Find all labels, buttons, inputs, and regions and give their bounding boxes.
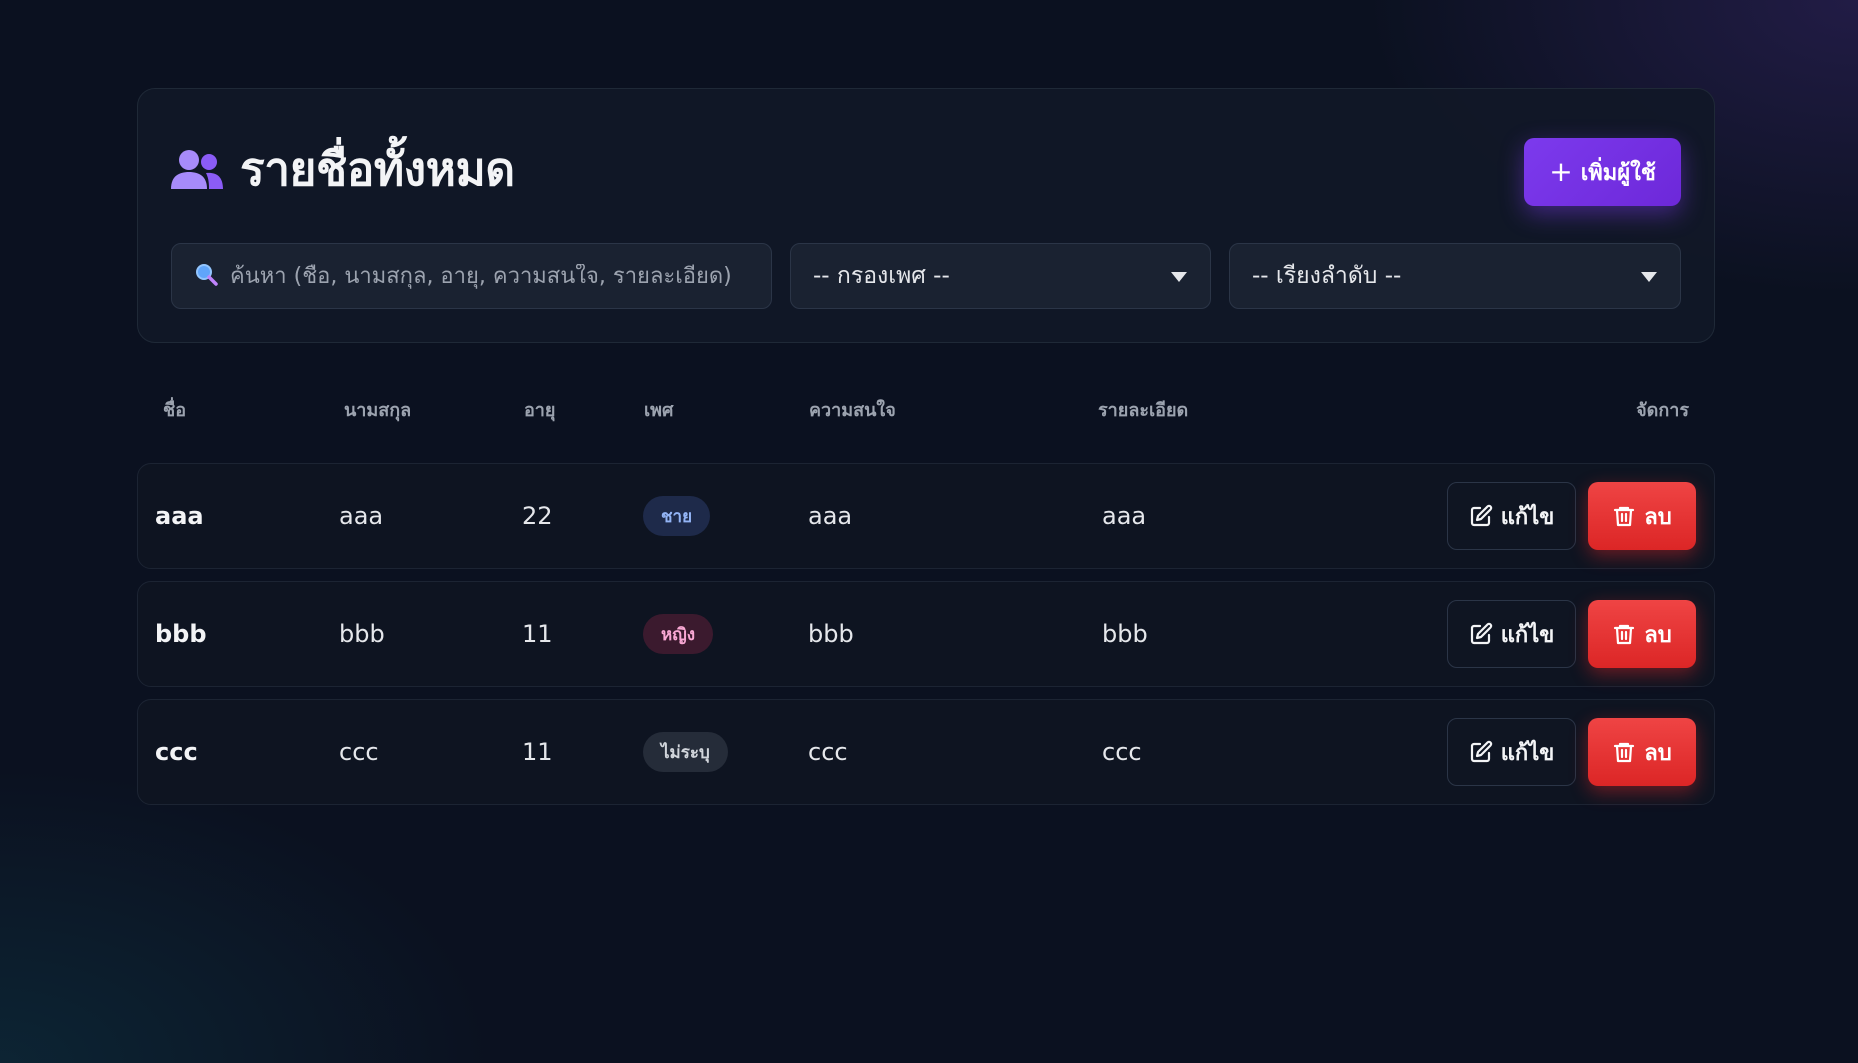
sort-value: -- เรียงลำดับ -- [1252, 263, 1402, 289]
edit-button[interactable]: แก้ไข [1447, 482, 1576, 550]
delete-button[interactable]: ลบ [1588, 482, 1696, 550]
cell-last-name: ccc [339, 738, 379, 766]
cell-gender: หญิง [643, 582, 713, 686]
delete-button[interactable]: ลบ [1588, 718, 1696, 786]
cell-age: 22 [522, 502, 553, 530]
search-input[interactable] [230, 263, 749, 289]
gender-badge: ไม่ระบุ [643, 732, 728, 772]
row-actions: แก้ไข ลบ [1447, 482, 1696, 550]
chevron-down-icon [1640, 263, 1658, 289]
delete-label: ลบ [1644, 503, 1672, 529]
cell-first-name: bbb [155, 620, 207, 648]
delete-button[interactable]: ลบ [1588, 600, 1696, 668]
cell-interest: bbb [808, 620, 854, 648]
edit-button[interactable]: แก้ไข [1447, 718, 1576, 786]
add-user-button[interactable]: + เพิ่มผู้ใช้ [1524, 138, 1681, 206]
cell-last-name: bbb [339, 620, 385, 648]
column-header-last-name: นามสกุล [344, 400, 412, 421]
column-header-gender: เพศ [644, 400, 674, 421]
page-title: รายชื่อทั้งหมด [240, 142, 515, 196]
table-header: ชื่อ นามสกุล อายุ เพศ ความสนใจ รายละเอีย… [137, 395, 1715, 425]
search-box [171, 243, 772, 309]
delete-label: ลบ [1644, 621, 1672, 647]
edit-icon [1469, 740, 1493, 764]
column-header-age: อายุ [524, 400, 556, 421]
row-actions: แก้ไข ลบ [1447, 718, 1696, 786]
filter-controls: -- กรองเพศ -- -- เรียงลำดับ -- [171, 243, 1681, 309]
cell-details: bbb [1102, 620, 1148, 648]
column-header-interest: ความสนใจ [809, 400, 896, 421]
delete-label: ลบ [1644, 739, 1672, 765]
column-header-first-name: ชื่อ [163, 400, 187, 421]
gender-filter-select[interactable]: -- กรองเพศ -- [790, 243, 1211, 309]
table-row: ccc ccc 11 ไม่ระบุ ccc ccc แก้ไข ลบ [137, 699, 1715, 805]
edit-label: แก้ไข [1500, 739, 1555, 765]
table-row: aaa aaa 22 ชาย aaa aaa แก้ไข ลบ [137, 463, 1715, 569]
plus-icon: + [1549, 155, 1573, 188]
column-header-actions: จัดการ [1636, 400, 1689, 421]
edit-icon [1469, 504, 1493, 528]
add-user-label: เพิ่มผู้ใช้ [1580, 160, 1656, 186]
chevron-down-icon [1170, 263, 1188, 289]
sort-select[interactable]: -- เรียงลำดับ -- [1229, 243, 1681, 309]
edit-button[interactable]: แก้ไข [1447, 600, 1576, 668]
trash-icon [1612, 622, 1636, 646]
cell-interest: ccc [808, 738, 848, 766]
trash-icon [1612, 740, 1636, 764]
table-row: bbb bbb 11 หญิง bbb bbb แก้ไข ลบ [137, 581, 1715, 687]
cell-first-name: ccc [155, 738, 198, 766]
cell-gender: ไม่ระบุ [643, 700, 728, 804]
cell-gender: ชาย [643, 464, 711, 568]
row-actions: แก้ไข ลบ [1447, 600, 1696, 668]
edit-icon [1469, 622, 1493, 646]
search-icon [194, 262, 218, 290]
cell-first-name: aaa [155, 502, 204, 530]
gender-badge: ชาย [643, 496, 711, 536]
title-row: รายชื่อทั้งหมด [170, 133, 515, 206]
column-header-details: รายละเอียด [1098, 400, 1189, 421]
header-card: รายชื่อทั้งหมด + เพิ่มผู้ใช้ -- กรองเพศ … [137, 88, 1715, 343]
cell-last-name: aaa [339, 502, 384, 530]
cell-interest: aaa [808, 502, 853, 530]
gender-badge: หญิง [643, 614, 713, 654]
users-icon [170, 149, 224, 191]
cell-age: 11 [522, 620, 553, 648]
gender-filter-value: -- กรองเพศ -- [813, 263, 950, 289]
trash-icon [1612, 504, 1636, 528]
cell-details: aaa [1102, 502, 1147, 530]
edit-label: แก้ไข [1500, 621, 1555, 647]
cell-age: 11 [522, 738, 553, 766]
cell-details: ccc [1102, 738, 1142, 766]
edit-label: แก้ไข [1500, 503, 1555, 529]
